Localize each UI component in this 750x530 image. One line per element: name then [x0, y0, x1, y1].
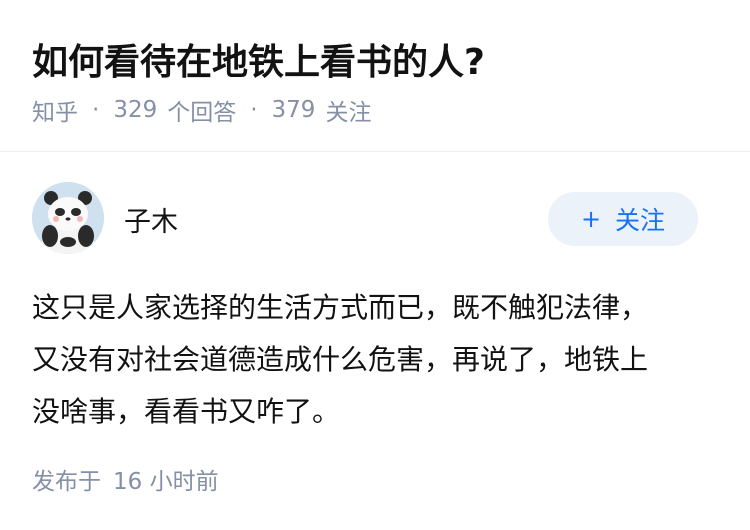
followers-count: 379	[271, 97, 316, 123]
publish-label: 发布于	[32, 469, 101, 495]
question-title[interactable]: 如何看待在地铁上看书的人?	[32, 33, 485, 85]
source-label[interactable]: 知乎	[32, 93, 78, 127]
content-line: 又没有对社会道德造成什么危害，再说了，地铁上	[32, 343, 649, 376]
question-meta: 知乎 · 329 个回答 · 379 关注	[32, 93, 371, 127]
panda-avatar-icon	[32, 182, 104, 254]
meta-separator: ·	[250, 97, 258, 123]
followers-label: 关注	[325, 100, 372, 126]
answers-count: 329	[113, 97, 158, 123]
author-avatar[interactable]	[32, 182, 104, 254]
question-header: 如何看待在地铁上看书的人? 知乎 · 329 个回答 · 379 关注	[0, 0, 750, 152]
answers-label: 个回答	[167, 100, 237, 126]
content-line: 这只是人家选择的生活方式而已，既不触犯法律，	[32, 291, 649, 324]
plus-icon: +	[580, 205, 602, 233]
answer-content[interactable]: 这只是人家选择的生活方式而已，既不触犯法律， 又没有对社会道德造成什么危害，再说…	[32, 282, 712, 438]
meta-separator: ·	[92, 97, 100, 123]
author-name[interactable]: 子木	[124, 200, 178, 239]
content-line: 没啥事，看看书又咋了。	[32, 395, 341, 428]
publish-time-value: 16 小时前	[113, 469, 219, 495]
publish-time: 发布于 16 小时前	[32, 462, 219, 496]
follow-button[interactable]: + 关注	[548, 192, 698, 246]
answer-card: 子木 + 关注 这只是人家选择的生活方式而已，既不触犯法律， 又没有对社会道德造…	[0, 152, 750, 530]
follow-button-label: 关注	[615, 206, 666, 235]
